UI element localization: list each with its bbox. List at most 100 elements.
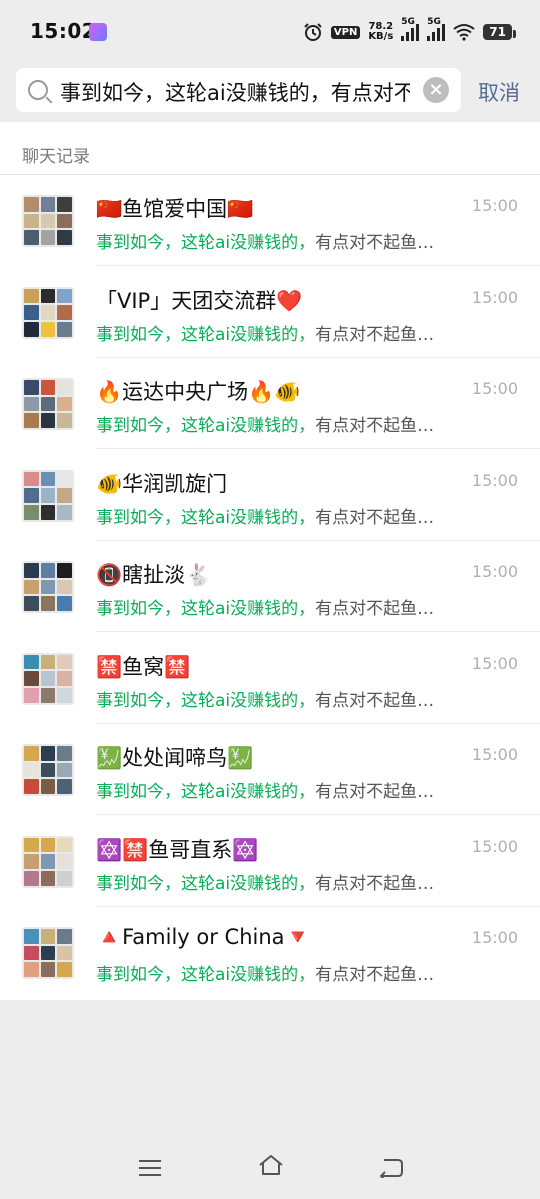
notification-app-icon <box>89 23 107 41</box>
avatar-tile <box>24 945 39 961</box>
avatar-tile <box>24 380 39 395</box>
status-time: 15:02 <box>30 19 97 43</box>
avatar-tile <box>24 213 39 229</box>
snippet-highlight: 事到如今，这轮ai没赚钱的， <box>96 873 316 894</box>
search-input[interactable]: 事到如今，这轮ai没赚钱的，有点对不起鱼 × <box>16 68 461 112</box>
cancel-button[interactable]: 取消 <box>478 77 520 107</box>
chat-result-item[interactable]: 🇨🇳鱼馆爱中国🇨🇳 15:00 事到如今，这轮ai没赚钱的，有点对不起鱼… <box>0 175 540 266</box>
avatar-tile <box>40 687 56 703</box>
home-icon[interactable] <box>258 1154 284 1176</box>
snippet-rest: 有点对不起鱼… <box>315 782 435 802</box>
avatar-tile <box>24 837 39 853</box>
snippet-highlight: 事到如今，这轮ai没赚钱的， <box>96 507 316 528</box>
chat-time: 15:00 <box>471 287 518 307</box>
message-snippet: 事到如今，这轮ai没赚钱的，有点对不起鱼… <box>96 320 470 345</box>
avatar-tile <box>24 929 39 944</box>
chat-result-item[interactable]: 📵瞎扯淡🐇 15:00 事到如今，这轮ai没赚钱的，有点对不起鱼… <box>0 541 540 632</box>
avatar-tile <box>57 945 72 961</box>
search-query-text[interactable]: 事到如今，这轮ai没赚钱的，有点对不起鱼 <box>60 77 410 107</box>
chat-name: 📵瞎扯淡🐇 <box>96 563 212 587</box>
avatar-tile <box>24 854 39 869</box>
group-avatar <box>22 286 74 339</box>
avatar-tile <box>57 596 72 611</box>
avatar-tile <box>57 746 72 761</box>
avatar-tile <box>57 579 72 595</box>
avatar-tile <box>57 563 72 578</box>
back-icon[interactable] <box>378 1156 404 1178</box>
avatar-tile <box>40 746 56 761</box>
avatar-tile <box>40 579 56 595</box>
status-indicators: VPN 78.2 KB/s 5G 5G 71 <box>303 17 516 45</box>
section-title: 聊天记录 <box>22 147 90 167</box>
avatar-tile <box>57 779 72 794</box>
avatar-tile <box>40 488 56 503</box>
avatar-tile <box>40 380 56 395</box>
avatar-tile <box>40 213 56 229</box>
chat-result-item[interactable]: 🔯🈲鱼哥直系🔯 15:00 事到如今，这轮ai没赚钱的，有点对不起鱼… <box>0 816 540 907</box>
avatar-tile <box>40 837 56 853</box>
message-snippet: 事到如今，这轮ai没赚钱的，有点对不起鱼… <box>96 869 470 894</box>
avatar-tile <box>57 962 72 977</box>
avatar-tile <box>57 413 72 428</box>
avatar-tile <box>24 779 39 794</box>
group-avatar <box>22 927 74 979</box>
avatar-tile <box>57 488 72 503</box>
chat-name: 🔥运达中央广场🔥🐠 <box>96 380 301 404</box>
avatar-tile <box>57 213 72 229</box>
chat-time: 15:00 <box>471 928 518 947</box>
snippet-highlight: 事到如今，这轮ai没赚钱的， <box>96 599 316 619</box>
avatar-tile <box>40 654 56 670</box>
avatar-tile <box>57 929 72 944</box>
avatar-tile <box>57 288 72 304</box>
avatar-tile <box>57 654 72 670</box>
avatar-tile <box>24 230 39 245</box>
system-nav-bar <box>0 1130 540 1199</box>
chat-time: 15:00 <box>471 470 518 490</box>
network-speed-unit: KB/s <box>368 31 394 42</box>
chat-time: 15:00 <box>471 379 518 398</box>
avatar-tile <box>24 563 39 578</box>
snippet-rest: 有点对不起鱼… <box>315 690 435 711</box>
alarm-icon <box>304 23 322 41</box>
chat-result-item[interactable]: 🔺Family or China🔻 15:00 事到如今，这轮ai没赚钱的，有点对不… <box>0 907 540 998</box>
avatar-tile <box>24 396 39 412</box>
message-snippet: 事到如今，这轮ai没赚钱的，有点对不起鱼… <box>96 686 470 711</box>
menu-icon[interactable] <box>139 1160 161 1181</box>
avatar-tile <box>57 870 72 886</box>
message-snippet: 事到如今，这轮ai没赚钱的，有点对不起鱼… <box>96 228 470 253</box>
network-speed: 78.2 KB/s <box>368 22 393 42</box>
avatar-tile <box>24 504 39 520</box>
chat-result-item[interactable]: 🔥运达中央广场🔥🐠 15:00 事到如今，这轮ai没赚钱的，有点对不起鱼… <box>0 358 540 449</box>
group-avatar <box>22 195 74 247</box>
avatar-tile <box>40 596 56 611</box>
chat-name: 🈲鱼窝🈲 <box>96 654 191 679</box>
chat-result-item[interactable]: 🈲鱼窝🈲 15:00 事到如今，这轮ai没赚钱的，有点对不起鱼… <box>0 633 540 724</box>
avatar-tile <box>40 563 56 578</box>
avatar-tile <box>24 305 39 320</box>
message-snippet: 事到如今，这轮ai没赚钱的，有点对不起鱼… <box>96 777 470 802</box>
chat-result-item[interactable]: 「VIP」天团交流群❤️ 15:00 事到如今，这轮ai没赚钱的，有点对不起鱼… <box>0 267 540 358</box>
avatar-tile <box>24 654 39 670</box>
chat-time: 15:00 <box>471 653 518 673</box>
avatar-tile <box>24 671 39 686</box>
clear-search-icon[interactable]: × <box>423 77 449 103</box>
avatar-tile <box>24 746 39 761</box>
group-avatar <box>22 469 74 522</box>
avatar-tile <box>57 230 72 245</box>
avatar-tile <box>40 870 56 886</box>
snippet-rest: 有点对不起鱼… <box>315 233 435 253</box>
group-avatar <box>22 378 74 430</box>
chat-result-item[interactable]: 🐠华润凯旋门 15:00 事到如今，这轮ai没赚钱的，有点对不起鱼… <box>0 450 540 541</box>
chat-name: 🔺Family or China🔻 <box>96 925 311 949</box>
group-avatar <box>22 744 74 796</box>
chat-name: 🇨🇳鱼馆爱中国🇨🇳 <box>96 197 254 221</box>
search-icon <box>28 80 48 100</box>
avatar-tile <box>57 671 72 686</box>
avatar-tile <box>57 504 72 520</box>
signal-1-label: 5G <box>401 17 415 27</box>
group-avatar <box>22 652 74 705</box>
chat-result-item[interactable]: 💹处处闻啼鸟💹 15:00 事到如今，这轮ai没赚钱的，有点对不起鱼… <box>0 724 540 815</box>
message-snippet: 事到如今，这轮ai没赚钱的，有点对不起鱼… <box>96 960 470 985</box>
avatar-tile <box>57 321 72 337</box>
avatar-tile <box>40 230 56 245</box>
